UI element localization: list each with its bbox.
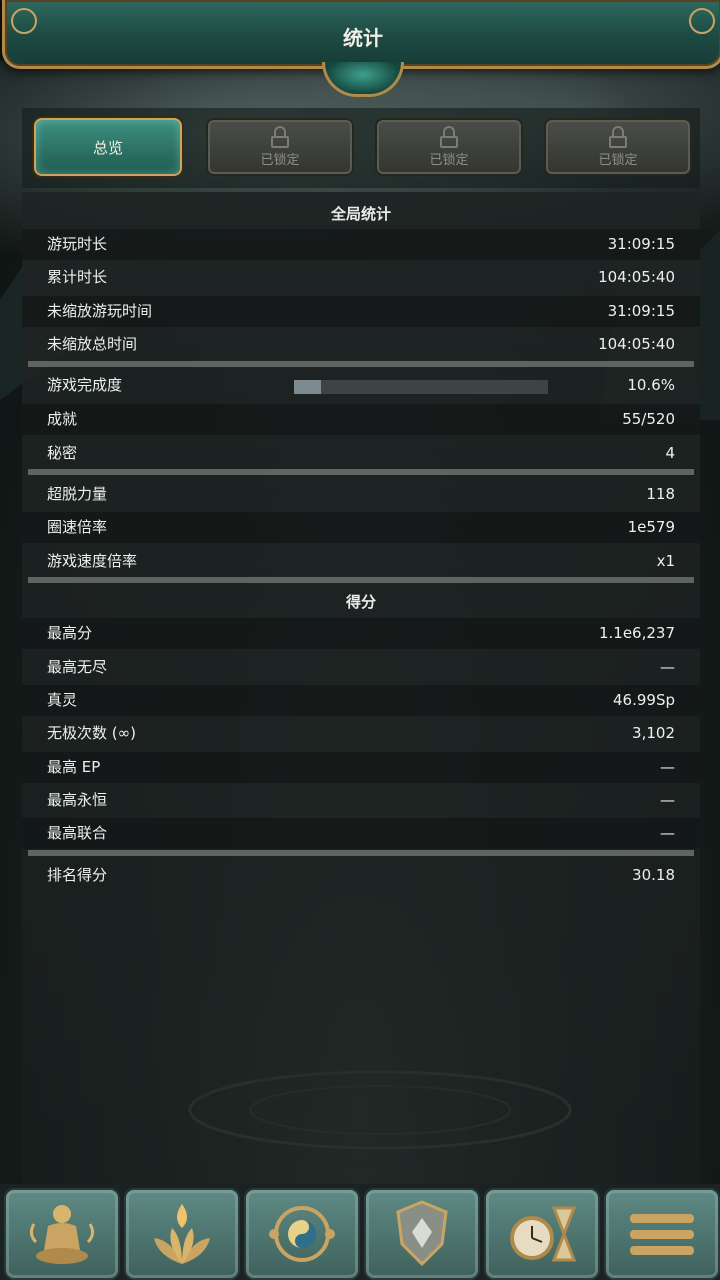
divider xyxy=(28,577,694,583)
stat-row: 最高分 1.1e6,237 xyxy=(22,618,700,649)
stat-row: 圈速倍率 1e579 xyxy=(22,512,700,543)
stat-label: 成就 xyxy=(47,410,78,428)
nav-button-menu[interactable] xyxy=(604,1188,720,1280)
stat-row: 最高无尽 — xyxy=(22,652,700,683)
stat-row: 超脱力量 118 xyxy=(22,479,700,510)
stat-row: 累计时长 104:05:40 xyxy=(22,262,700,293)
stat-label: 无极次数 (∞) xyxy=(47,724,136,742)
nav-button-cultivation[interactable] xyxy=(4,1188,120,1280)
divider xyxy=(28,469,694,475)
nav-button-crest[interactable] xyxy=(364,1188,480,1280)
tab-label: 已锁定 xyxy=(260,153,300,168)
stat-value: — xyxy=(660,758,675,776)
tab-bar: 总览 已锁定 已锁定 已锁定 xyxy=(22,108,700,188)
tab-label: 已锁定 xyxy=(429,153,469,168)
nav-button-lotus[interactable] xyxy=(124,1188,240,1280)
taiji-compass-icon xyxy=(269,1206,335,1262)
tab-locked-1[interactable]: 已锁定 xyxy=(206,118,354,176)
lock-icon xyxy=(609,126,627,148)
stat-row: 未缩放总时间 104:05:40 xyxy=(22,329,700,360)
stat-value: 10.6% xyxy=(627,376,675,394)
section-title-global: 全局统计 xyxy=(330,205,391,223)
stat-row: 无极次数 (∞) 3,102 xyxy=(22,718,700,749)
stat-label: 未缩放总时间 xyxy=(47,335,138,353)
stat-label: 最高分 xyxy=(47,624,93,642)
lock-icon xyxy=(271,126,289,148)
stat-value: 104:05:40 xyxy=(598,268,675,286)
stat-value: 4 xyxy=(665,444,675,462)
stat-label: 排名得分 xyxy=(47,866,108,884)
stat-label: 最高 EP xyxy=(47,758,101,776)
title-bar: 统计 xyxy=(2,0,720,69)
stat-row: 最高 EP — xyxy=(22,752,700,783)
stat-value: 104:05:40 xyxy=(598,335,675,353)
stat-row-rank: 排名得分 30.18 xyxy=(22,860,700,891)
stat-label: 真灵 xyxy=(47,691,78,709)
stat-row: 最高联合 — xyxy=(22,818,700,849)
stat-value: — xyxy=(660,791,675,809)
stat-label: 未缩放游玩时间 xyxy=(47,302,153,320)
bottom-nav xyxy=(0,1184,720,1280)
stat-label: 游戏完成度 xyxy=(47,376,123,394)
stat-label: 超脱力量 xyxy=(47,485,108,503)
stat-label: 最高联合 xyxy=(47,824,108,842)
stat-row: 秘密 4 xyxy=(22,438,700,469)
stat-value: 46.99Sp xyxy=(613,691,675,709)
stat-row: 游玩时长 31:09:15 xyxy=(22,229,700,260)
nav-button-time[interactable] xyxy=(484,1188,600,1280)
stat-row: 最高永恒 — xyxy=(22,785,700,816)
stat-row-completion: 游戏完成度 10.6% xyxy=(22,370,700,401)
pocketwatch-hourglass-icon xyxy=(510,1206,577,1262)
stat-label: 圈速倍率 xyxy=(47,518,108,536)
stat-value: 55/520 xyxy=(622,410,675,428)
stat-label: 秘密 xyxy=(47,444,78,462)
stat-label: 最高永恒 xyxy=(47,791,108,809)
nav-button-taiji[interactable] xyxy=(244,1188,360,1280)
page-title: 统计 xyxy=(343,26,383,50)
divider xyxy=(28,850,694,856)
stat-value: 118 xyxy=(646,485,675,503)
stat-value: 3,102 xyxy=(632,724,675,742)
stat-value: 1e579 xyxy=(627,518,675,536)
stat-value: — xyxy=(660,824,675,842)
stat-value: 31:09:15 xyxy=(607,302,675,320)
section-title-score: 得分 xyxy=(345,593,376,611)
stat-value: — xyxy=(660,658,675,676)
lock-icon xyxy=(440,126,458,148)
stat-value: 31:09:15 xyxy=(607,235,675,253)
divider xyxy=(28,361,694,367)
stat-row: 游戏速度倍率 x1 xyxy=(22,546,700,577)
stats-panel: 全局统计 游玩时长 31:09:15 累计时长 104:05:40 未缩放游玩时… xyxy=(22,192,700,1184)
tab-label: 已锁定 xyxy=(598,153,638,168)
crest-shield-icon xyxy=(396,1200,448,1267)
stat-label: 游玩时长 xyxy=(47,235,108,253)
progress-fill xyxy=(294,380,321,394)
menu-bars-icon xyxy=(630,1214,694,1255)
stat-row: 真灵 46.99Sp xyxy=(22,685,700,716)
tab-overview[interactable]: 总览 xyxy=(34,118,182,176)
stat-label: 累计时长 xyxy=(47,268,108,286)
tab-label: 总览 xyxy=(92,138,123,157)
stat-label: 游戏速度倍率 xyxy=(47,552,138,570)
stat-value: x1 xyxy=(656,552,675,570)
tab-locked-3[interactable]: 已锁定 xyxy=(544,118,692,176)
stat-row: 未缩放游玩时间 31:09:15 xyxy=(22,296,700,327)
flaming-lotus-icon xyxy=(154,1204,210,1264)
tab-locked-2[interactable]: 已锁定 xyxy=(375,118,523,176)
stat-value: 30.18 xyxy=(632,866,675,884)
completion-progress-bar xyxy=(294,380,548,394)
stat-row: 成就 55/520 xyxy=(22,404,700,435)
stat-label: 最高无尽 xyxy=(47,658,108,676)
stat-value: 1.1e6,237 xyxy=(598,624,675,642)
meditating-buddha-icon xyxy=(29,1205,95,1264)
